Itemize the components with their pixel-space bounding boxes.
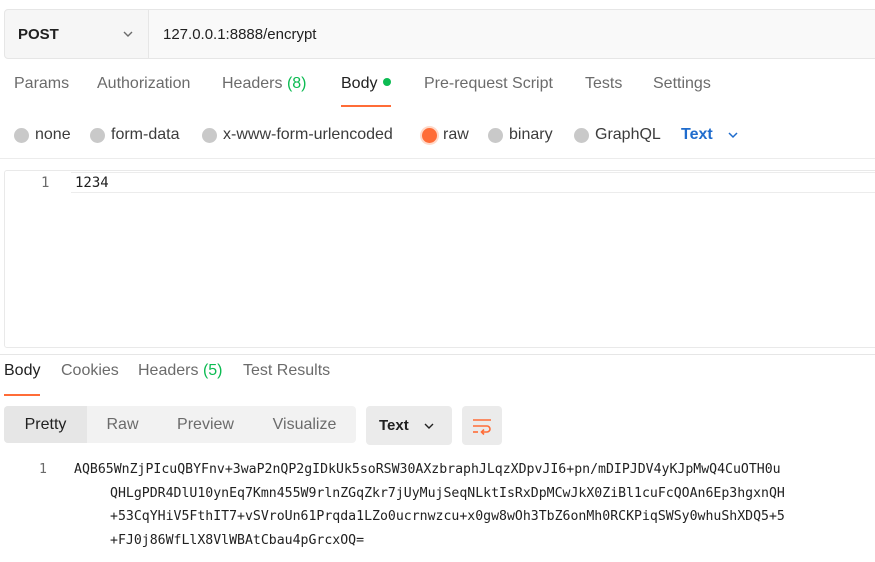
mode-label: Raw [106,415,139,433]
current-line-highlight [71,172,875,193]
response-tab-headers[interactable]: Headers (5) [138,362,223,396]
tab-label: Body [341,75,378,92]
response-body[interactable]: 1 AQB65WnZjPIcuQBYFnv+3waP2nQP2gIDkUk5so… [0,458,875,558]
mode-label: Pretty [24,415,67,433]
tab-label: Authorization [97,75,191,92]
radio-selected-icon [422,127,437,143]
tab-label: Headers [222,75,283,92]
format-label: Text [681,126,713,143]
mode-pretty[interactable]: Pretty [4,406,87,443]
response-tab-body[interactable]: Body [4,362,41,396]
url-input[interactable]: 127.0.0.1:8888/encrypt [149,10,875,58]
response-view-modes: Pretty Raw Preview Visualize [4,406,356,443]
request-body-editor[interactable]: 1 1234 [4,170,875,348]
mode-label: Preview [177,415,234,433]
request-bar: POST 127.0.0.1:8888/encrypt [4,9,875,59]
method-label: POST [18,25,59,43]
radio-icon [14,127,29,143]
tab-label: Settings [653,75,711,92]
response-format-dropdown[interactable]: Text [366,406,452,445]
radio-graphql[interactable]: GraphQL [574,121,661,149]
radio-icon [574,127,589,143]
option-label: form-data [111,126,180,143]
option-label: none [35,126,71,143]
divider [0,158,875,159]
response-tab-test-results[interactable]: Test Results [243,362,330,396]
raw-format-dropdown[interactable]: Text [681,121,739,149]
tab-label: Test Results [243,362,331,379]
headers-count: (5) [202,362,223,379]
response-line: AQB65WnZjPIcuQBYFnv+3waP2nQP2gIDkUk5soRS… [74,462,781,477]
radio-form-data[interactable]: form-data [90,121,179,149]
editor-content[interactable]: 1234 [75,175,109,191]
tab-headers[interactable]: Headers (8) [222,75,307,107]
radio-none[interactable]: none [14,121,71,149]
radio-binary[interactable]: binary [488,121,553,149]
option-label: raw [443,126,469,143]
tab-body[interactable]: Body [341,75,392,107]
tab-pre-request-script[interactable]: Pre-request Script [424,75,553,107]
radio-icon [488,127,503,143]
radio-icon [90,127,105,143]
headers-count: (8) [286,75,307,92]
mode-label: Visualize [272,415,337,433]
option-label: binary [509,126,553,143]
mode-preview[interactable]: Preview [158,406,253,443]
tab-label: Params [14,75,70,92]
tab-label: Headers [138,362,199,379]
chevron-down-icon [424,423,434,429]
radio-x-www-form-urlencoded[interactable]: x-www-form-urlencoded [202,121,393,149]
tab-label: Pre-request Script [424,75,553,92]
radio-raw[interactable]: raw [422,121,469,149]
option-label: x-www-form-urlencoded [223,126,393,143]
tab-label: Tests [585,75,623,92]
option-label: GraphQL [595,126,661,143]
mode-visualize[interactable]: Visualize [253,406,356,443]
radio-icon [202,127,217,143]
tab-tests[interactable]: Tests [585,75,622,107]
url-text: 127.0.0.1:8888/encrypt [163,25,317,43]
line-number: 1 [41,175,50,191]
chevron-down-icon [728,132,738,139]
status-dot-icon [383,77,392,86]
response-line: QHLgPDR4DlU10ynEq7Kmn455W9rlnZGqZkr7jUyM… [110,485,785,501]
tab-params[interactable]: Params [14,75,69,107]
method-select[interactable]: POST [5,10,149,58]
response-line: +53CqYHiV5FthIT7+vSVroUn61Prqda1LZo0ucrn… [110,509,785,524]
chevron-down-icon [123,31,133,37]
line-number: 1 [39,462,47,477]
tab-authorization[interactable]: Authorization [97,75,190,107]
tab-settings[interactable]: Settings [653,75,711,107]
divider [0,354,875,355]
mode-raw[interactable]: Raw [87,406,158,443]
tab-label: Body [4,362,41,379]
wrap-lines-button[interactable] [462,406,502,445]
response-tab-cookies[interactable]: Cookies [61,362,119,396]
tab-label: Cookies [61,362,119,379]
response-line: +FJ0j86WfLlX8VlWBAtCbau4pGrcxOQ= [110,532,365,548]
wrap-lines-icon [473,418,491,435]
format-label: Text [379,417,409,434]
